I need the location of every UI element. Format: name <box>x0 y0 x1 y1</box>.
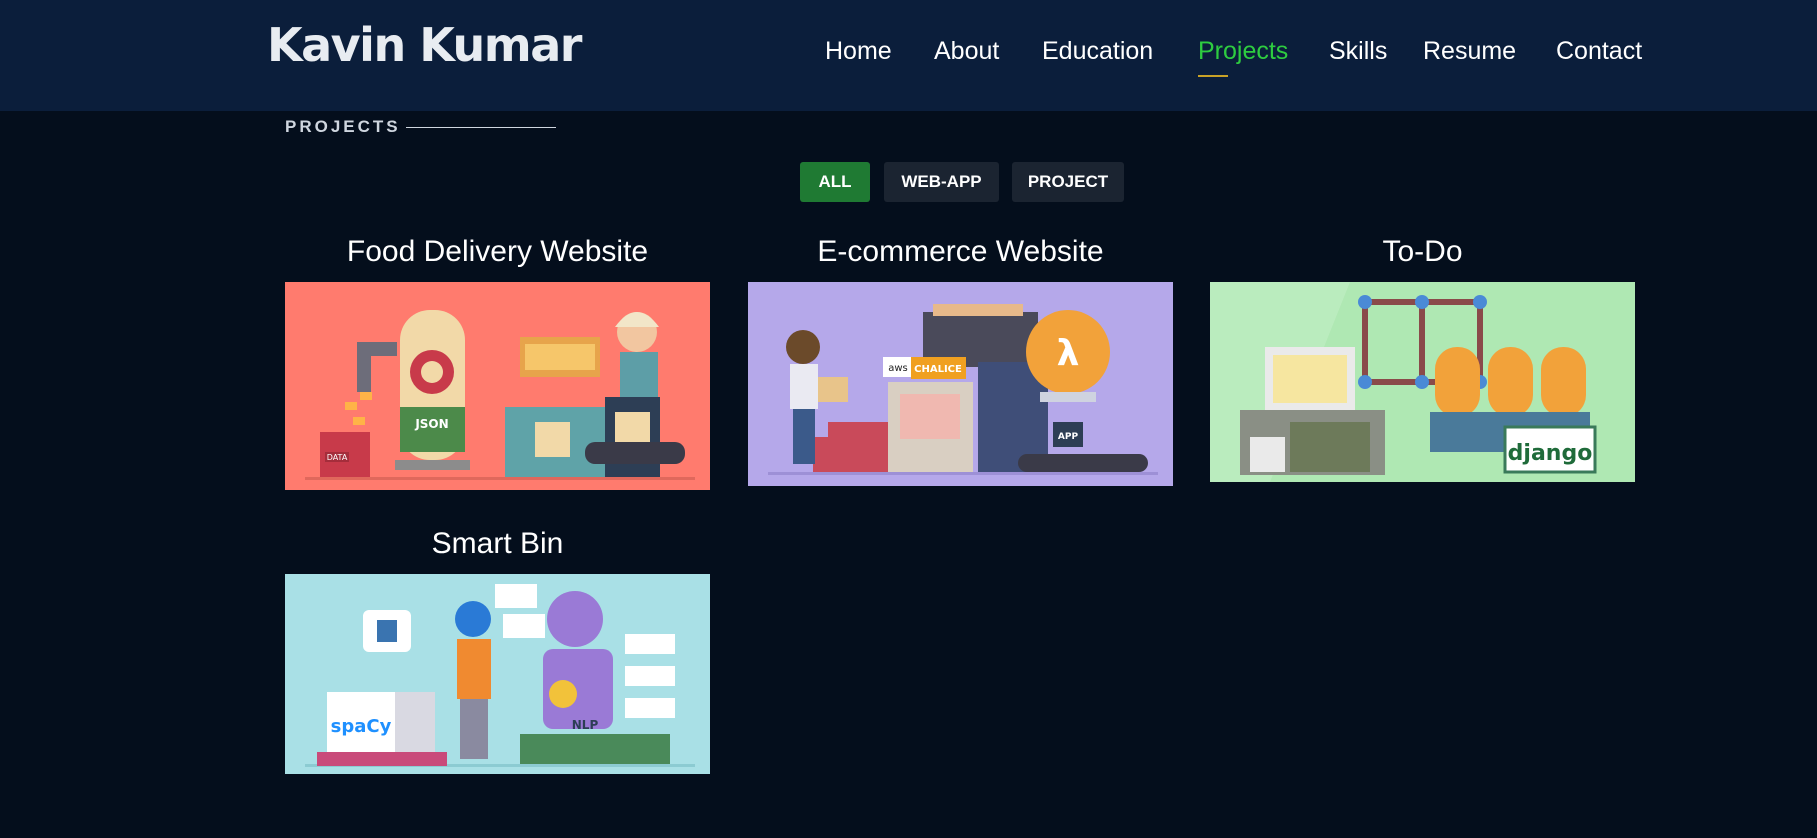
ecommerce-illustration: aws CHALICE λ APP <box>748 282 1173 486</box>
section-divider <box>406 127 556 128</box>
active-nav-underline <box>1198 75 1228 77</box>
nav-contact[interactable]: Contact <box>1556 37 1642 66</box>
project-title-todo: To-Do <box>1382 235 1463 268</box>
project-title-food-delivery: Food Delivery Website <box>346 235 649 268</box>
filter-all-button[interactable]: ALL <box>800 162 870 202</box>
chalice-label: CHALICE <box>914 364 962 375</box>
project-image-ecommerce[interactable]: aws CHALICE λ APP <box>748 282 1173 486</box>
filter-web-app-button[interactable]: WEB-APP <box>884 162 999 202</box>
app-label: APP <box>1058 432 1079 442</box>
project-title-smart-bin: Smart Bin <box>431 527 564 560</box>
json-label: JSON <box>414 417 448 431</box>
nav-education[interactable]: Education <box>1042 37 1153 66</box>
aws-label: aws <box>888 363 908 374</box>
spacy-label: spaCy <box>331 716 392 737</box>
nlp-label: NLP <box>572 718 599 732</box>
smart-bin-illustration: spaCy NLP <box>285 574 710 774</box>
nav-projects[interactable]: Projects <box>1198 37 1288 66</box>
nav-skills[interactable]: Skills <box>1329 37 1387 66</box>
section-label: PROJECTS <box>285 117 401 136</box>
nav-resume[interactable]: Resume <box>1423 37 1516 66</box>
filter-project-button[interactable]: PROJECT <box>1012 162 1124 202</box>
site-header: Kavin Kumar Home About Education Project… <box>0 0 1817 111</box>
site-logo[interactable]: Kavin Kumar <box>267 18 582 72</box>
todo-illustration: django <box>1210 282 1635 482</box>
project-image-food-delivery[interactable]: DATA JSON <box>285 282 710 490</box>
django-label: django <box>1508 441 1593 466</box>
lambda-glyph: λ <box>1057 333 1080 374</box>
nav-about[interactable]: About <box>934 37 999 66</box>
project-image-todo[interactable]: django <box>1210 282 1635 482</box>
food-delivery-illustration: DATA JSON <box>285 282 710 490</box>
project-title-ecommerce: E-commerce Website <box>817 235 1104 268</box>
data-box-label: DATA <box>327 453 348 462</box>
nav-home[interactable]: Home <box>825 37 892 66</box>
project-image-smart-bin[interactable]: spaCy NLP <box>285 574 710 774</box>
